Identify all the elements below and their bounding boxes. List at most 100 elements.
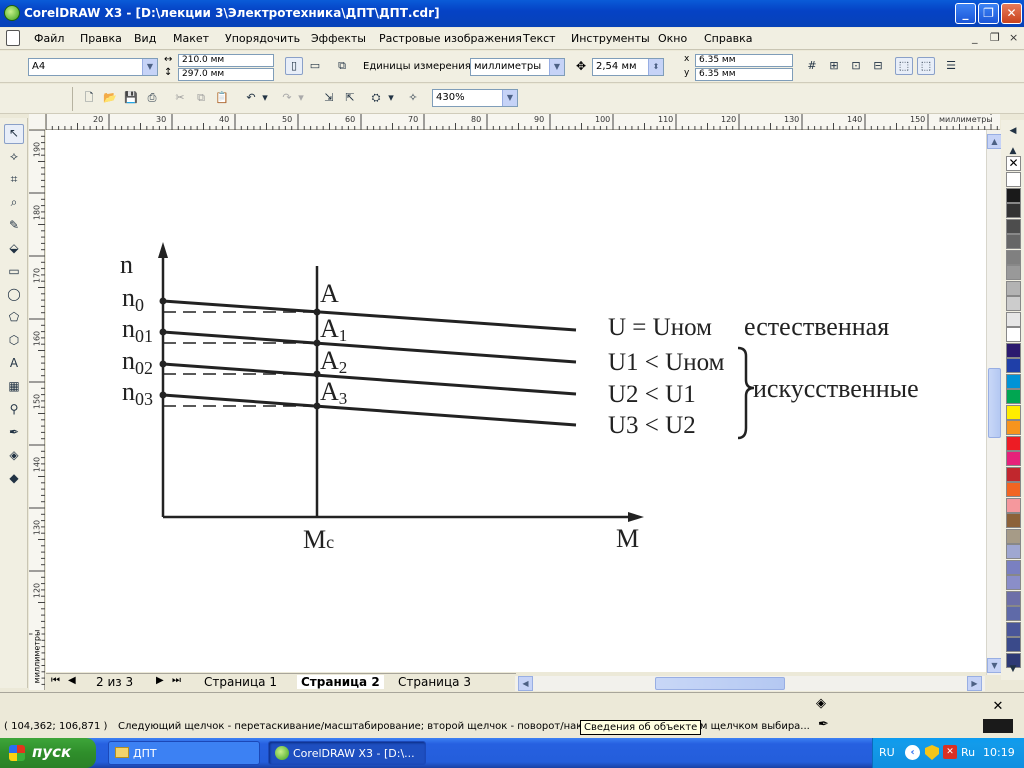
polygon-tool-icon[interactable]: ⬠ bbox=[4, 308, 24, 328]
interactive-fill-tool-icon[interactable]: ◆ bbox=[4, 469, 24, 489]
horizontal-scrollbar[interactable]: ◀ ▶ bbox=[515, 676, 985, 691]
color-swatch[interactable] bbox=[1006, 311, 1021, 327]
first-page-button[interactable]: ⏮ bbox=[51, 675, 60, 686]
mdi-restore-button[interactable]: ❐ bbox=[990, 31, 1000, 44]
outline-tool-icon[interactable]: ✒ bbox=[4, 423, 24, 443]
color-swatch[interactable] bbox=[1006, 280, 1021, 296]
scroll-down-icon[interactable]: ▼ bbox=[1004, 660, 1022, 674]
color-swatch[interactable] bbox=[1006, 528, 1021, 544]
color-swatch[interactable] bbox=[1006, 544, 1021, 559]
scroll-left-button[interactable]: ◀ bbox=[518, 676, 533, 691]
color-swatch[interactable] bbox=[1006, 218, 1021, 234]
next-page-button[interactable]: ▶ bbox=[156, 675, 164, 686]
draw-preview-icon[interactable]: ⬚ bbox=[917, 57, 935, 75]
snap-grid-icon[interactable]: # bbox=[803, 57, 821, 75]
menu-arrange[interactable]: Упорядочить bbox=[225, 32, 300, 45]
color-swatch[interactable] bbox=[1006, 389, 1021, 404]
export-icon[interactable]: ⇱ bbox=[341, 89, 359, 107]
vertical-scroll-thumb[interactable] bbox=[988, 368, 1001, 438]
snap-guidelines-icon[interactable]: ⊞ bbox=[825, 57, 843, 75]
print-icon[interactable]: ⎙ bbox=[143, 89, 161, 107]
color-swatch[interactable] bbox=[1006, 435, 1021, 451]
scroll-up-icon[interactable]: ▲ bbox=[1004, 142, 1022, 156]
dc-motor-characteristics-drawing[interactable]: n M Mc n0 n01 n02 n03 A A1 A2 A3 U = Uно… bbox=[46, 130, 986, 672]
document-icon[interactable] bbox=[6, 30, 20, 46]
language-indicator[interactable]: RU bbox=[879, 746, 895, 759]
characteristic-u1[interactable] bbox=[162, 330, 577, 364]
chevron-down-icon[interactable]: ▾ bbox=[386, 89, 396, 107]
vertical-scrollbar[interactable]: ▲ ▼ bbox=[986, 130, 1002, 675]
page-height-input[interactable]: 297.0 мм bbox=[178, 68, 274, 81]
color-swatch[interactable] bbox=[1006, 187, 1021, 203]
horizontal-scroll-thumb[interactable] bbox=[655, 677, 785, 690]
last-page-button[interactable]: ⏭ bbox=[172, 675, 181, 686]
scroll-right-button[interactable]: ▶ bbox=[967, 676, 982, 691]
no-fill-swatch[interactable]: ✕ bbox=[1006, 156, 1021, 171]
redo-icon[interactable]: ↷ bbox=[278, 89, 296, 107]
coreldraw-app-icon[interactable] bbox=[4, 5, 20, 21]
chevron-down-icon[interactable]: ▼ bbox=[549, 59, 564, 75]
outline-none-icon[interactable]: ✕ bbox=[983, 699, 1013, 715]
color-swatch[interactable] bbox=[1006, 606, 1021, 621]
spinner-icon[interactable]: ⬍ bbox=[648, 59, 663, 75]
characteristic-u2[interactable] bbox=[162, 362, 577, 396]
color-swatch[interactable] bbox=[1006, 404, 1021, 420]
page-width-input[interactable]: 210.0 мм bbox=[178, 54, 274, 67]
color-swatch[interactable] bbox=[1006, 451, 1021, 466]
zoom-tool-icon[interactable]: ⌕ bbox=[4, 193, 24, 213]
color-swatch[interactable] bbox=[1006, 420, 1021, 435]
network-icon[interactable]: ✕ bbox=[943, 745, 957, 759]
text-tool-icon[interactable]: A bbox=[4, 354, 24, 374]
units-select[interactable]: миллиметры ▼ bbox=[470, 58, 565, 76]
security-shield-icon[interactable] bbox=[925, 745, 939, 760]
cut-icon[interactable]: ✂ bbox=[171, 89, 189, 107]
color-swatch[interactable] bbox=[1006, 172, 1021, 187]
show-hidden-icons-icon[interactable]: ‹ bbox=[905, 745, 920, 760]
tray-language-label[interactable]: Ru bbox=[961, 746, 975, 759]
vertical-ruler[interactable]: 190 180 170 160 150 140 130 120 миллимет… bbox=[29, 130, 45, 690]
restore-button[interactable]: ❐ bbox=[978, 3, 999, 24]
open-icon[interactable]: 📂 bbox=[101, 89, 119, 107]
color-swatch[interactable] bbox=[1006, 342, 1021, 358]
import-icon[interactable]: ⇲ bbox=[320, 89, 338, 107]
menu-edit[interactable]: Правка bbox=[80, 32, 122, 45]
color-swatch[interactable] bbox=[1006, 497, 1021, 513]
color-swatch[interactable] bbox=[1006, 621, 1021, 637]
color-swatch[interactable] bbox=[1006, 575, 1021, 590]
smart-fill-tool-icon[interactable]: ⬙ bbox=[4, 239, 24, 259]
duplicate-x-input[interactable]: 6.35 мм bbox=[695, 54, 793, 67]
chevron-down-icon[interactable]: ▼ bbox=[142, 59, 157, 75]
paper-size-select[interactable]: A4 ▼ bbox=[28, 58, 158, 76]
mdi-close-button[interactable]: × bbox=[1009, 31, 1018, 44]
eyedropper-tool-icon[interactable]: ⚲ bbox=[4, 400, 24, 420]
scroll-down-button[interactable]: ▼ bbox=[987, 658, 1002, 673]
start-button[interactable]: пуск bbox=[0, 738, 96, 768]
menu-bitmaps[interactable]: Растровые изображения bbox=[379, 32, 522, 45]
welcome-screen-icon[interactable]: ✧ bbox=[404, 89, 422, 107]
chevron-down-icon[interactable]: ▼ bbox=[502, 90, 517, 106]
undo-icon[interactable]: ↶ bbox=[242, 89, 260, 107]
color-swatch[interactable] bbox=[1006, 358, 1021, 373]
pick-tool-icon[interactable]: ↖ bbox=[4, 124, 24, 144]
color-swatch[interactable] bbox=[1006, 637, 1021, 652]
color-swatch[interactable] bbox=[1006, 466, 1021, 482]
color-swatch[interactable] bbox=[1006, 296, 1021, 311]
prev-page-button[interactable]: ◀ bbox=[68, 675, 76, 686]
page-tab-1[interactable]: Страница 1 bbox=[204, 675, 277, 689]
zoom-select[interactable]: 430% ▼ bbox=[432, 89, 518, 107]
color-swatch[interactable] bbox=[1006, 327, 1021, 342]
landscape-icon[interactable]: ▭ bbox=[306, 57, 324, 75]
menu-view[interactable]: Вид bbox=[134, 32, 156, 45]
new-document-icon[interactable]: 🗋 bbox=[80, 89, 98, 107]
chevron-down-icon[interactable]: ▾ bbox=[296, 89, 306, 107]
treat-as-filled-icon[interactable]: ⬚ bbox=[895, 57, 913, 75]
fill-color-indicator[interactable] bbox=[983, 719, 1013, 733]
menu-effects[interactable]: Эффекты bbox=[311, 32, 366, 45]
duplicate-y-input[interactable]: 6.35 мм bbox=[695, 68, 793, 81]
dynamic-guides-icon[interactable]: ⊟ bbox=[869, 57, 887, 75]
characteristic-natural[interactable] bbox=[162, 299, 577, 332]
paste-icon[interactable]: 📋 bbox=[213, 89, 231, 107]
application-launcher-icon[interactable]: ⛭ bbox=[367, 89, 385, 107]
menu-window[interactable]: Окно bbox=[658, 32, 687, 45]
color-swatch[interactable] bbox=[1006, 482, 1021, 497]
